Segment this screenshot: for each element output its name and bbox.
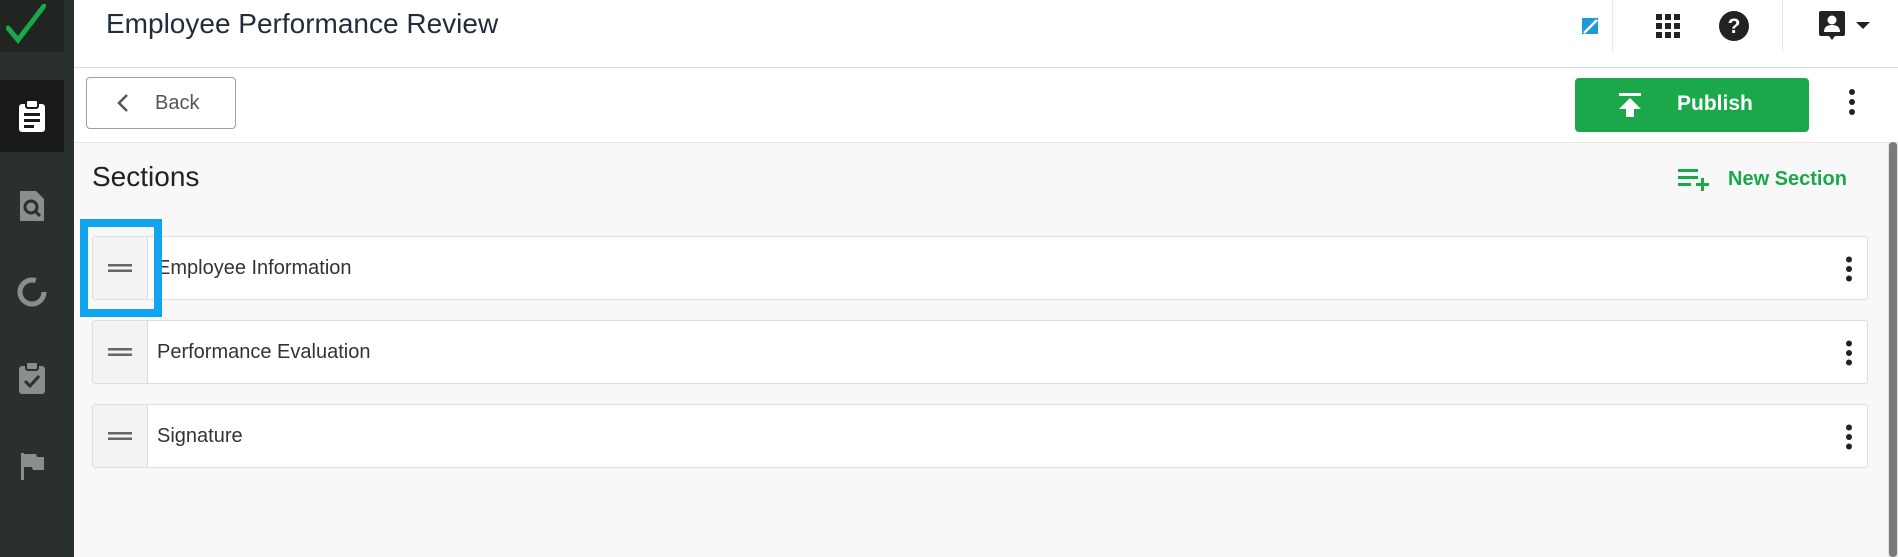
- scrollbar-thumb[interactable]: [1889, 142, 1897, 557]
- zendesk-button[interactable]: [1550, 0, 1630, 52]
- sidebar-item-forms[interactable]: [0, 80, 64, 152]
- sidebar-item-actions[interactable]: [0, 342, 64, 414]
- section-row[interactable]: Signature: [92, 404, 1868, 468]
- more-vertical-icon: [1849, 89, 1855, 115]
- more-vertical-icon: [1846, 424, 1852, 450]
- sidebar-item-issues[interactable]: [0, 430, 64, 502]
- back-button[interactable]: Back: [86, 77, 236, 129]
- help-button[interactable]: ?: [1710, 0, 1758, 52]
- page-title: Employee Performance Review: [106, 8, 499, 39]
- more-options-button[interactable]: [1848, 88, 1856, 121]
- drag-handle[interactable]: [93, 321, 148, 383]
- clipboard-icon: [19, 99, 45, 132]
- drag-handle-icon: [108, 432, 132, 440]
- drag-handle-icon: [108, 348, 132, 356]
- apps-grid-icon: [1656, 14, 1680, 38]
- flag-icon: [21, 453, 44, 480]
- publish-upload-icon: [1619, 93, 1641, 117]
- account-menu-button[interactable]: [1804, 0, 1884, 52]
- section-options-button[interactable]: [1845, 424, 1853, 455]
- action-bar: Back Publish: [74, 68, 1898, 143]
- app-logo[interactable]: [0, 0, 64, 52]
- section-options-button[interactable]: [1845, 256, 1853, 287]
- apps-button[interactable]: [1644, 0, 1692, 52]
- new-section-label: New Section: [1728, 167, 1847, 190]
- sidebar-item-analytics[interactable]: [0, 256, 64, 328]
- sections-heading: Sections: [92, 161, 200, 192]
- svg-text:?: ?: [1728, 15, 1741, 38]
- checkmark-logo-icon: [6, 4, 46, 44]
- account-icon: [1819, 11, 1845, 40]
- help-icon: ?: [1719, 11, 1749, 41]
- section-row[interactable]: Performance Evaluation: [92, 320, 1868, 384]
- publish-button[interactable]: Publish: [1575, 78, 1809, 132]
- section-row[interactable]: Employee Information: [92, 236, 1868, 300]
- top-bar: Employee Performance Review ?: [74, 0, 1898, 68]
- zendesk-icon: [1582, 18, 1598, 34]
- more-vertical-icon: [1846, 340, 1852, 366]
- publish-button-label: Publish: [1677, 92, 1753, 115]
- drag-handle[interactable]: [93, 237, 148, 299]
- playlist-add-icon: [1678, 169, 1709, 191]
- drag-handle[interactable]: [93, 405, 148, 467]
- section-label: Employee Information: [157, 257, 352, 279]
- clipboard-check-icon: [19, 361, 45, 394]
- sidebar-item-inspections[interactable]: [0, 170, 64, 242]
- back-button-label: Back: [155, 91, 200, 114]
- drag-handle-icon: [108, 264, 132, 272]
- sidebar: [0, 0, 74, 557]
- section-options-button[interactable]: [1845, 340, 1853, 371]
- section-label: Performance Evaluation: [157, 341, 371, 363]
- chevron-left-icon: [117, 94, 128, 112]
- caret-down-icon: [1856, 22, 1870, 29]
- document-search-icon: [20, 191, 44, 221]
- more-vertical-icon: [1846, 256, 1852, 282]
- circle-progress-icon: [17, 277, 47, 307]
- new-section-button[interactable]: New Section: [1678, 167, 1847, 191]
- section-label: Signature: [157, 425, 243, 447]
- divider: [1782, 0, 1783, 52]
- divider: [1612, 0, 1613, 52]
